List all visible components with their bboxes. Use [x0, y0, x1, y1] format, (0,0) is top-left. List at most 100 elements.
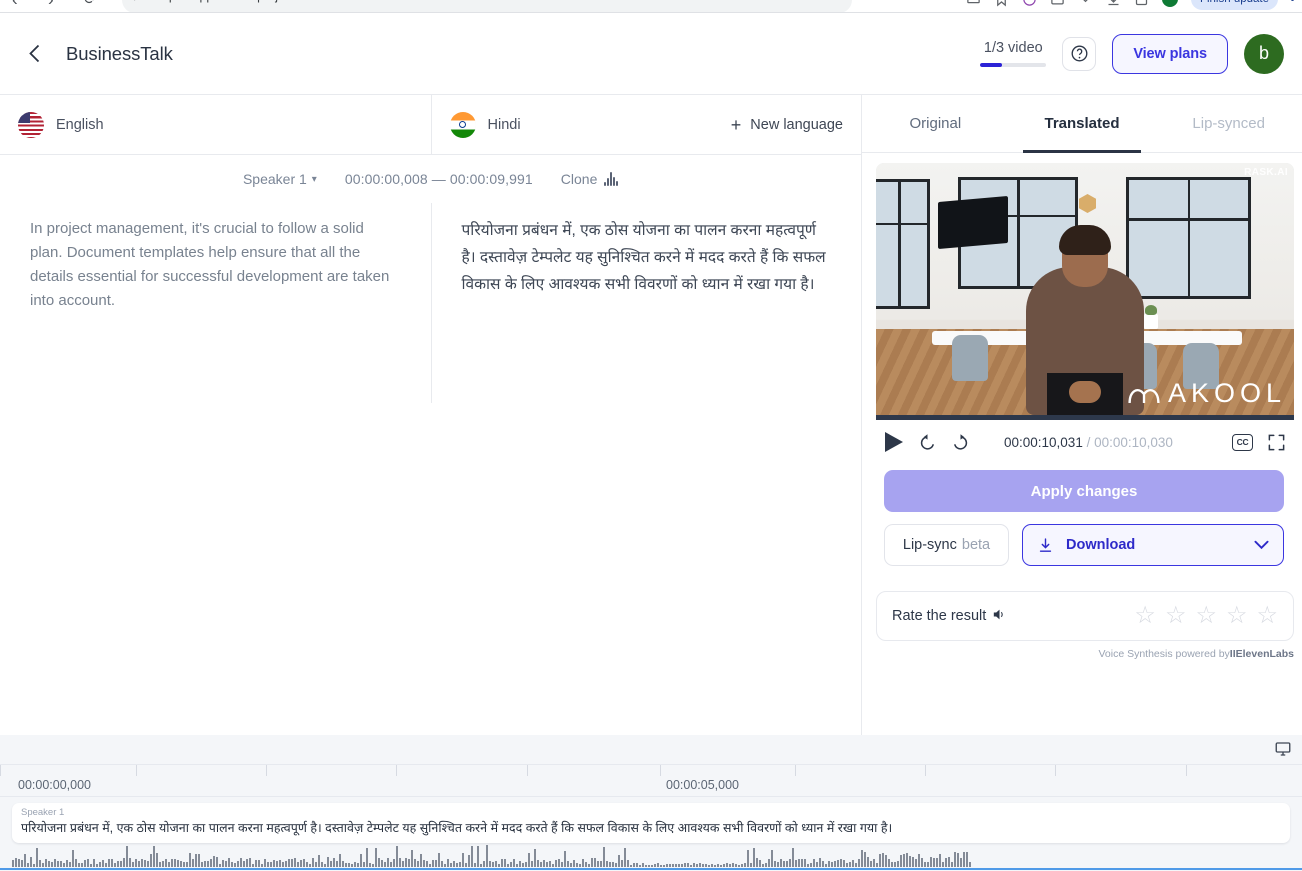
back-button[interactable]	[22, 42, 46, 66]
browser-profile-avatar[interactable]	[1162, 0, 1178, 7]
site-info-icon[interactable]: ⛊	[131, 0, 139, 3]
video-subject-hands	[1069, 381, 1101, 403]
browser-chrome: ‹ › ⟳ ⛊ https://app.rask.ai/project/5f6b…	[0, 0, 1302, 13]
video-scene-plant	[1144, 314, 1158, 329]
star-icon[interactable]: ☆	[1256, 604, 1278, 628]
timeline-panel: 00:00:00,000 00:00:05,000 Speaker 1 परिय…	[0, 735, 1302, 871]
bookmark-icon[interactable]	[994, 0, 1009, 7]
window-icon[interactable]	[1050, 0, 1065, 7]
fullscreen-icon[interactable]	[1267, 433, 1286, 452]
video-quota-bar	[980, 63, 1046, 67]
timeline-toolbar	[0, 735, 1302, 765]
india-flag-icon	[450, 112, 476, 138]
audio-waveform[interactable]	[0, 841, 1302, 867]
language-bar: English Hindi + New language	[0, 95, 861, 155]
tabs-icon[interactable]	[1134, 0, 1149, 7]
star-icon[interactable]: ☆	[1195, 604, 1217, 628]
source-text-column[interactable]: In project management, it's crucial to f…	[0, 203, 431, 403]
rask-watermark: RASK.AI	[1244, 167, 1288, 178]
preview-pane: Original Translated Lip-synced	[862, 95, 1302, 735]
lip-sync-label: Lip-sync	[903, 537, 957, 553]
powered-by-prefix: Voice Synthesis powered by	[1098, 648, 1229, 660]
plus-icon: +	[731, 116, 742, 134]
player-right-controls: CC	[1232, 433, 1286, 452]
timeline-ruler[interactable]: 00:00:00,000 00:00:05,000	[0, 765, 1302, 797]
powered-by-brand: IIElevenLabs	[1230, 648, 1294, 660]
download-button[interactable]: Download	[1022, 524, 1284, 566]
segment-meta-row: Speaker 1 ▾ 00:00:00,008 — 00:00:09,991 …	[0, 155, 861, 203]
star-icon[interactable]: ☆	[1165, 604, 1187, 628]
video-player[interactable]: RASK.AI AKOOL	[876, 163, 1294, 415]
transcript-columns: In project management, it's crucial to f…	[0, 203, 861, 403]
timeline-playhead-line	[0, 868, 1302, 870]
akool-logo-icon	[1126, 380, 1162, 408]
chevron-left-icon	[29, 44, 40, 63]
player-controls: 00:00:10,031 / 00:00:10,030 CC	[876, 420, 1294, 464]
apply-changes-button[interactable]: Apply changes	[884, 470, 1284, 512]
browser-toolbar-icons: Finish update	[966, 0, 1294, 10]
tab-original[interactable]: Original	[862, 95, 1009, 152]
star-icon[interactable]: ☆	[1226, 604, 1248, 628]
video-scene-tv	[938, 196, 1008, 249]
rate-the-result-label: Rate the result	[892, 608, 1006, 625]
speaker-icon[interactable]	[993, 608, 1006, 625]
video-quota-label: 1/3 video	[980, 40, 1046, 56]
lip-sync-beta-badge: beta	[962, 537, 990, 553]
view-plans-button[interactable]: View plans	[1112, 34, 1228, 74]
browser-menu-icon[interactable]	[1291, 0, 1294, 1]
browser-reload-icon[interactable]: ⟳	[84, 0, 97, 8]
downloads-icon[interactable]	[1106, 0, 1121, 7]
chevron-down-icon: ▾	[312, 174, 317, 185]
cast-icon[interactable]	[966, 0, 981, 7]
star-rating[interactable]: ☆ ☆ ☆ ☆ ☆	[1134, 604, 1278, 628]
rewind-10-icon[interactable]	[918, 433, 937, 452]
transcript-pane: English Hindi + New language Speaker 1 ▾…	[0, 95, 862, 735]
question-circle-icon	[1070, 44, 1089, 63]
extension-icon[interactable]	[1022, 0, 1037, 7]
speaker-dropdown[interactable]: Speaker 1 ▾	[243, 171, 317, 187]
avatar[interactable]: b	[1244, 34, 1284, 74]
download-label: Download	[1066, 537, 1135, 553]
header-actions: 1/3 video View plans b	[980, 34, 1284, 74]
video-time-display: 00:00:10,031 / 00:00:10,030	[1004, 435, 1173, 450]
target-text-column[interactable]: परियोजना प्रबंधन में, एक ठोस योजना का पा…	[431, 203, 862, 403]
video-card: RASK.AI AKOOL	[876, 163, 1284, 420]
source-language-label: English	[56, 117, 104, 133]
cc-button[interactable]: CC	[1232, 434, 1253, 451]
akool-wordmark: AKOOL	[1168, 378, 1286, 409]
language-tab-target[interactable]: Hindi + New language	[431, 95, 862, 154]
finish-update-label: Finish update	[1200, 0, 1269, 5]
video-quota-fill	[980, 63, 1002, 67]
dropdown-icon[interactable]	[1078, 0, 1093, 7]
browser-back-icon[interactable]: ‹	[12, 0, 18, 10]
source-transcript-text: In project management, it's crucial to f…	[30, 217, 401, 313]
tab-translated[interactable]: Translated	[1009, 95, 1156, 152]
waveform-icon	[604, 172, 618, 186]
browser-forward-icon[interactable]: ›	[48, 0, 54, 10]
chevron-down-icon[interactable]	[1254, 538, 1269, 553]
timeline-clip[interactable]: Speaker 1 परियोजना प्रबंधन में, एक ठोस य…	[12, 803, 1290, 843]
help-button[interactable]	[1062, 37, 1096, 71]
video-current-time: 00:00:10,031	[1004, 435, 1083, 450]
forward-10-icon[interactable]	[951, 433, 970, 452]
language-tab-source[interactable]: English	[0, 95, 431, 154]
finish-update-button[interactable]: Finish update	[1191, 0, 1278, 10]
video-subject-hair	[1059, 225, 1111, 255]
ruler-label: 00:00:05,000	[666, 778, 739, 792]
lip-sync-button[interactable]: Lip-sync beta	[884, 524, 1009, 566]
powered-by-credit: Voice Synthesis powered byIIElevenLabs	[876, 648, 1294, 660]
clip-speaker-label: Speaker 1	[21, 807, 1281, 818]
ruler-label: 00:00:00,000	[18, 778, 91, 792]
clone-voice-button[interactable]: Clone	[561, 171, 618, 187]
play-icon[interactable]	[884, 431, 904, 453]
star-icon[interactable]: ☆	[1134, 604, 1156, 628]
result-tabs: Original Translated Lip-synced	[862, 95, 1302, 153]
monitor-icon[interactable]	[1274, 740, 1292, 763]
new-language-button[interactable]: + New language	[731, 116, 843, 134]
rate-label-text: Rate the result	[892, 608, 986, 624]
us-flag-icon	[18, 112, 44, 138]
akool-watermark: AKOOL	[1126, 378, 1286, 409]
download-icon	[1037, 537, 1054, 554]
video-scene-window-right	[1126, 177, 1251, 299]
video-scene-chair	[952, 335, 988, 381]
